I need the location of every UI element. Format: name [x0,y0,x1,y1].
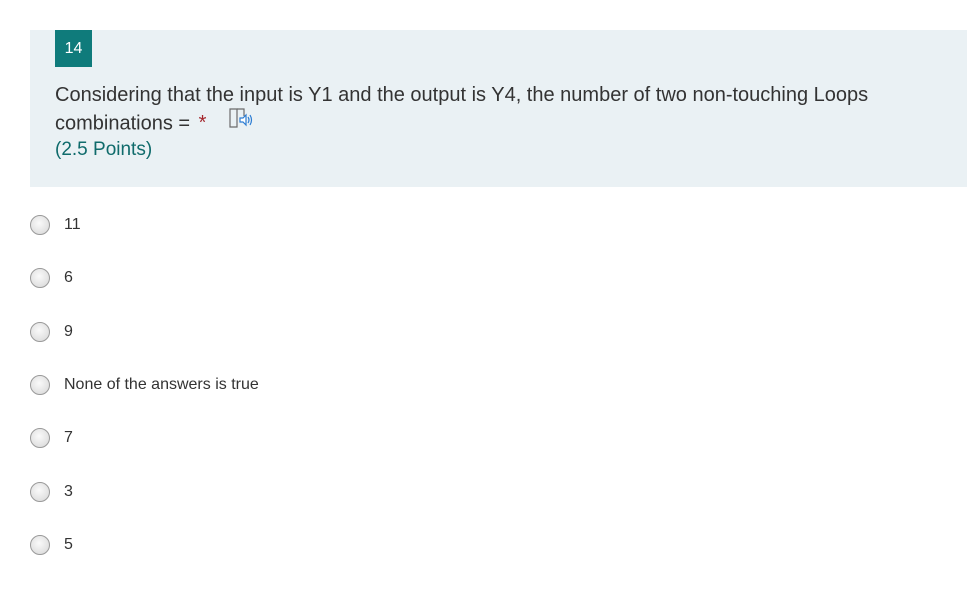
choice-option[interactable]: None of the answers is true [30,370,259,400]
form-page: 14 Considering that the input is Y1 and … [0,0,967,599]
radio-button[interactable] [30,215,50,235]
choice-label: 6 [64,269,73,286]
radio-button[interactable] [30,375,50,395]
radio-button[interactable] [30,428,50,448]
radio-button[interactable] [30,535,50,555]
radio-button[interactable] [30,482,50,502]
question-number-badge: 14 [55,30,92,67]
choice-option[interactable]: 9 [30,317,73,347]
required-marker: * [198,112,207,135]
immersive-reader-icon[interactable] [228,107,254,137]
choice-label: 11 [64,216,81,233]
choice-option[interactable]: 5 [30,530,73,560]
question-points: (2.5 Points) [55,139,153,160]
choice-label: None of the answers is true [64,376,259,393]
radio-button[interactable] [30,322,50,342]
choice-label: 9 [64,323,73,340]
question-title: Considering that the input is Y1 and the… [55,82,945,139]
choice-option[interactable]: 11 [30,210,81,240]
choice-label: 7 [64,429,73,446]
question-text: Considering that the input is Y1 and the… [55,84,869,135]
choice-option[interactable]: 7 [30,423,73,453]
question-card: 14 Considering that the input is Y1 and … [30,30,967,187]
choice-option[interactable]: 6 [30,263,73,293]
choice-option[interactable]: 3 [30,477,73,507]
choice-label: 3 [64,483,73,500]
radio-button[interactable] [30,268,50,288]
choice-label: 5 [64,536,73,553]
